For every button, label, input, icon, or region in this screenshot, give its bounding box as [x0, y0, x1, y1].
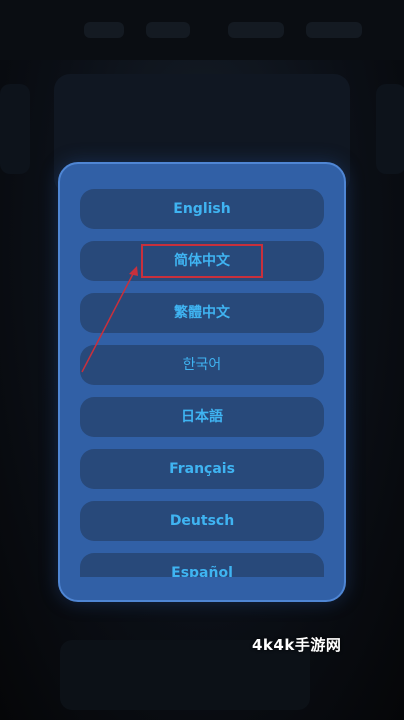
background-side-panel-left [0, 84, 30, 174]
language-option-simplified-chinese[interactable]: 简体中文 [80, 241, 324, 281]
language-option-spanish[interactable]: Español [80, 553, 324, 577]
language-option-english[interactable]: English [80, 189, 324, 229]
background-top-bar [0, 0, 404, 60]
background-side-panel-right [376, 84, 404, 174]
language-list[interactable]: English 简体中文 繁體中文 한국어 日本語 Français Deuts… [80, 189, 324, 577]
app-screen: English 简体中文 繁體中文 한국어 日本語 Français Deuts… [0, 0, 404, 720]
language-option-japanese[interactable]: 日本語 [80, 397, 324, 437]
language-option-traditional-chinese[interactable]: 繁體中文 [80, 293, 324, 333]
language-select-dialog: English 简体中文 繁體中文 한국어 日本語 Français Deuts… [58, 162, 346, 602]
language-option-korean[interactable]: 한국어 [80, 345, 324, 385]
language-option-german[interactable]: Deutsch [80, 501, 324, 541]
language-option-french[interactable]: Français [80, 449, 324, 489]
watermark-text: 4k4k手游网 [252, 636, 342, 654]
